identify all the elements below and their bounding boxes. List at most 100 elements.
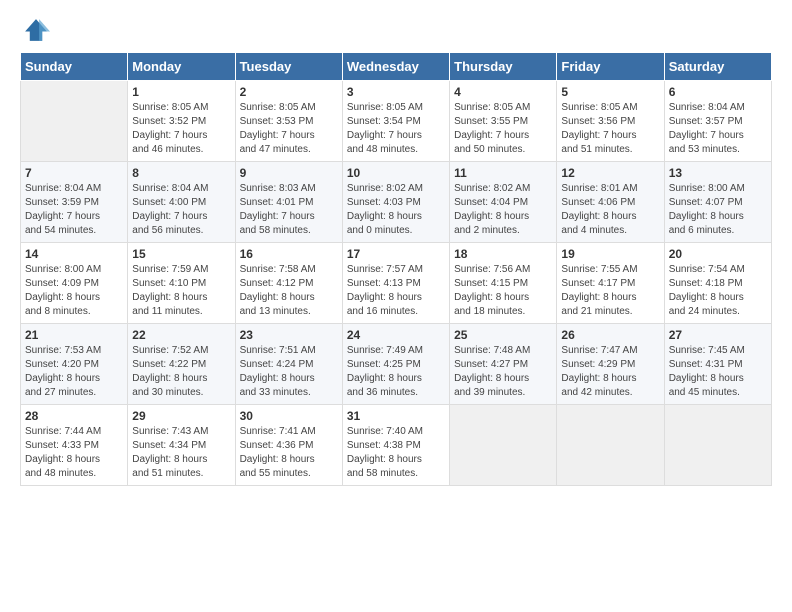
calendar-day-cell: 17 Sunrise: 7:57 AMSunset: 4:13 PMDayligh… — [342, 243, 449, 324]
day-number: 27 — [669, 328, 767, 342]
day-number: 31 — [347, 409, 445, 423]
day-content: Sunrise: 7:56 AMSunset: 4:15 PMDaylight:… — [454, 263, 552, 319]
day-content: Sunrise: 8:02 AMSunset: 4:03 PMDaylight:… — [347, 182, 445, 238]
calendar-day-cell: 11 Sunrise: 8:02 AMSunset: 4:04 PMDayligh… — [450, 162, 557, 243]
logo-icon — [22, 16, 50, 44]
calendar-day-cell: 19 Sunrise: 7:55 AMSunset: 4:17 PMDayligh… — [557, 243, 664, 324]
day-number: 10 — [347, 166, 445, 180]
page-header — [20, 16, 772, 44]
calendar-day-cell: 7Sunrise: 8:04 AMSunset: 3:59 PMDaylight… — [21, 162, 128, 243]
day-content: Sunrise: 7:41 AMSunset: 4:36 PMDaylight:… — [240, 425, 338, 481]
day-number: 8 — [132, 166, 230, 180]
calendar-day-cell: 4 Sunrise: 8:05 AMSunset: 3:55 PMDaylight… — [450, 81, 557, 162]
day-content: Sunrise: 8:02 AMSunset: 4:04 PMDaylight:… — [454, 182, 552, 238]
day-content: Sunrise: 7:51 AMSunset: 4:24 PMDaylight:… — [240, 344, 338, 400]
calendar-day-cell: 28 Sunrise: 7:44 AMSunset: 4:33 PMDayligh… — [21, 405, 128, 486]
calendar-week-row: 7Sunrise: 8:04 AMSunset: 3:59 PMDaylight… — [21, 162, 772, 243]
day-content: Sunrise: 8:05 AMSunset: 3:56 PMDaylight:… — [561, 101, 659, 157]
day-number: 30 — [240, 409, 338, 423]
calendar-day-cell: 16 Sunrise: 7:58 AMSunset: 4:12 PMDayligh… — [235, 243, 342, 324]
calendar-day-cell: 3 Sunrise: 8:05 AMSunset: 3:54 PMDaylight… — [342, 81, 449, 162]
calendar-day-cell — [557, 405, 664, 486]
day-content: Sunrise: 7:52 AMSunset: 4:22 PMDaylight:… — [132, 344, 230, 400]
calendar-day-cell: 12Sunrise: 8:01 AMSunset: 4:06 PMDayligh… — [557, 162, 664, 243]
day-number: 24 — [347, 328, 445, 342]
weekday-header-cell: Wednesday — [342, 53, 449, 81]
day-content: Sunrise: 7:43 AMSunset: 4:34 PMDaylight:… — [132, 425, 230, 481]
day-number: 11 — [454, 166, 552, 180]
day-number: 15 — [132, 247, 230, 261]
day-number: 21 — [25, 328, 123, 342]
weekday-header-cell: Sunday — [21, 53, 128, 81]
calendar-day-cell: 6 Sunrise: 8:04 AMSunset: 3:57 PMDaylight… — [664, 81, 771, 162]
day-content: Sunrise: 7:44 AMSunset: 4:33 PMDaylight:… — [25, 425, 123, 481]
calendar-day-cell — [21, 81, 128, 162]
weekday-header-cell: Thursday — [450, 53, 557, 81]
day-content: Sunrise: 7:45 AMSunset: 4:31 PMDaylight:… — [669, 344, 767, 400]
day-content: Sunrise: 8:04 AMSunset: 3:59 PMDaylight:… — [25, 182, 123, 238]
calendar-day-cell: 21Sunrise: 7:53 AMSunset: 4:20 PMDayligh… — [21, 324, 128, 405]
logo — [20, 16, 54, 44]
day-number: 4 — [454, 85, 552, 99]
day-number: 13 — [669, 166, 767, 180]
calendar-day-cell: 10 Sunrise: 8:02 AMSunset: 4:03 PMDayligh… — [342, 162, 449, 243]
day-content: Sunrise: 8:04 AMSunset: 4:00 PMDaylight:… — [132, 182, 230, 238]
calendar-day-cell: 18 Sunrise: 7:56 AMSunset: 4:15 PMDayligh… — [450, 243, 557, 324]
day-content: Sunrise: 7:59 AMSunset: 4:10 PMDaylight:… — [132, 263, 230, 319]
day-content: Sunrise: 7:48 AMSunset: 4:27 PMDaylight:… — [454, 344, 552, 400]
calendar-day-cell: 1Sunrise: 8:05 AMSunset: 3:52 PMDaylight… — [128, 81, 235, 162]
weekday-header-cell: Tuesday — [235, 53, 342, 81]
calendar-day-cell: 9 Sunrise: 8:03 AMSunset: 4:01 PMDaylight… — [235, 162, 342, 243]
calendar-day-cell: 8 Sunrise: 8:04 AMSunset: 4:00 PMDaylight… — [128, 162, 235, 243]
calendar-day-cell: 23 Sunrise: 7:51 AMSunset: 4:24 PMDayligh… — [235, 324, 342, 405]
calendar-day-cell: 13Sunrise: 8:00 AMSunset: 4:07 PMDayligh… — [664, 162, 771, 243]
day-number: 17 — [347, 247, 445, 261]
day-number: 20 — [669, 247, 767, 261]
day-number: 22 — [132, 328, 230, 342]
calendar-day-cell: 22 Sunrise: 7:52 AMSunset: 4:22 PMDayligh… — [128, 324, 235, 405]
day-number: 5 — [561, 85, 659, 99]
day-number: 23 — [240, 328, 338, 342]
calendar-table: SundayMondayTuesdayWednesdayThursdayFrid… — [20, 52, 772, 486]
calendar-day-cell: 20 Sunrise: 7:54 AMSunset: 4:18 PMDayligh… — [664, 243, 771, 324]
day-number: 3 — [347, 85, 445, 99]
calendar-week-row: 28 Sunrise: 7:44 AMSunset: 4:33 PMDayligh… — [21, 405, 772, 486]
calendar-day-cell: 30 Sunrise: 7:41 AMSunset: 4:36 PMDayligh… — [235, 405, 342, 486]
day-number: 29 — [132, 409, 230, 423]
day-number: 28 — [25, 409, 123, 423]
calendar-week-row: 1Sunrise: 8:05 AMSunset: 3:52 PMDaylight… — [21, 81, 772, 162]
calendar-header: SundayMondayTuesdayWednesdayThursdayFrid… — [21, 53, 772, 81]
day-content: Sunrise: 8:03 AMSunset: 4:01 PMDaylight:… — [240, 182, 338, 238]
day-content: Sunrise: 7:58 AMSunset: 4:12 PMDaylight:… — [240, 263, 338, 319]
day-content: Sunrise: 8:05 AMSunset: 3:55 PMDaylight:… — [454, 101, 552, 157]
calendar-day-cell: 29 Sunrise: 7:43 AMSunset: 4:34 PMDayligh… — [128, 405, 235, 486]
day-content: Sunrise: 8:05 AMSunset: 3:54 PMDaylight:… — [347, 101, 445, 157]
day-number: 12 — [561, 166, 659, 180]
weekday-header-cell: Friday — [557, 53, 664, 81]
weekday-header-cell: Saturday — [664, 53, 771, 81]
calendar-day-cell: 25Sunrise: 7:48 AMSunset: 4:27 PMDayligh… — [450, 324, 557, 405]
calendar-day-cell: 15 Sunrise: 7:59 AMSunset: 4:10 PMDayligh… — [128, 243, 235, 324]
day-number: 9 — [240, 166, 338, 180]
calendar-body: 1Sunrise: 8:05 AMSunset: 3:52 PMDaylight… — [21, 81, 772, 486]
calendar-day-cell: 5 Sunrise: 8:05 AMSunset: 3:56 PMDaylight… — [557, 81, 664, 162]
calendar-day-cell: 24Sunrise: 7:49 AMSunset: 4:25 PMDayligh… — [342, 324, 449, 405]
day-content: Sunrise: 8:05 AMSunset: 3:52 PMDaylight:… — [132, 101, 230, 157]
day-content: Sunrise: 8:04 AMSunset: 3:57 PMDaylight:… — [669, 101, 767, 157]
day-content: Sunrise: 7:54 AMSunset: 4:18 PMDaylight:… — [669, 263, 767, 319]
calendar-day-cell — [664, 405, 771, 486]
calendar-week-row: 14Sunrise: 8:00 AMSunset: 4:09 PMDayligh… — [21, 243, 772, 324]
day-number: 16 — [240, 247, 338, 261]
weekday-header-cell: Monday — [128, 53, 235, 81]
day-number: 19 — [561, 247, 659, 261]
day-content: Sunrise: 7:57 AMSunset: 4:13 PMDaylight:… — [347, 263, 445, 319]
day-content: Sunrise: 7:55 AMSunset: 4:17 PMDaylight:… — [561, 263, 659, 319]
day-content: Sunrise: 8:00 AMSunset: 4:09 PMDaylight:… — [25, 263, 123, 319]
calendar-day-cell: 31Sunrise: 7:40 AMSunset: 4:38 PMDayligh… — [342, 405, 449, 486]
calendar-day-cell — [450, 405, 557, 486]
calendar-day-cell: 27 Sunrise: 7:45 AMSunset: 4:31 PMDayligh… — [664, 324, 771, 405]
day-number: 6 — [669, 85, 767, 99]
day-number: 18 — [454, 247, 552, 261]
calendar-day-cell: 26Sunrise: 7:47 AMSunset: 4:29 PMDayligh… — [557, 324, 664, 405]
weekday-header-row: SundayMondayTuesdayWednesdayThursdayFrid… — [21, 53, 772, 81]
